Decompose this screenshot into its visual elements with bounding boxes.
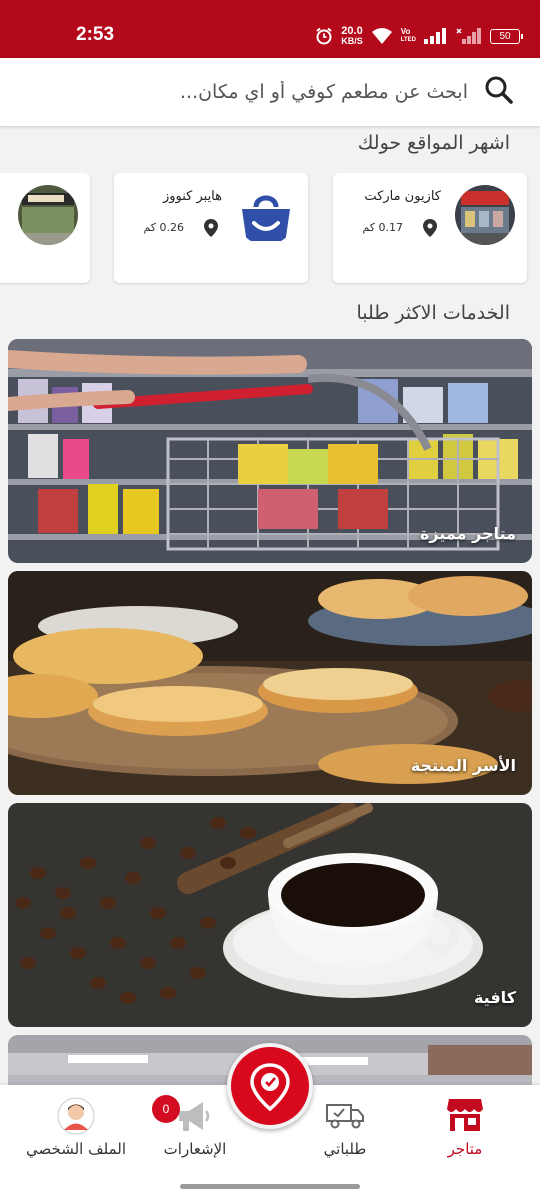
status-icons: 20.0 KB/S Vo LTED 50 bbox=[315, 24, 523, 48]
delivery-truck-icon bbox=[326, 1104, 364, 1129]
volte-top: Vo bbox=[400, 27, 411, 36]
service-card-cafe[interactable]: كافية bbox=[8, 803, 532, 1027]
place-thumbnail bbox=[18, 185, 78, 245]
place-card-kazyon[interactable]: كازيون ماركت 0.17 كم bbox=[333, 173, 527, 283]
popular-places-title: اشهر المواقع حولك bbox=[357, 132, 510, 154]
location-pin-icon bbox=[204, 219, 218, 237]
megaphone-icon bbox=[179, 1102, 210, 1131]
nav-label: متاجر bbox=[447, 1140, 483, 1158]
nav-profile[interactable]: الملف الشخصي bbox=[14, 1085, 138, 1175]
place-distance: 0.17 كم bbox=[362, 221, 403, 234]
notification-badge: 0 bbox=[152, 1095, 180, 1123]
store-icon bbox=[447, 1099, 483, 1131]
search-icon[interactable] bbox=[484, 75, 514, 105]
location-pin-icon bbox=[423, 219, 437, 237]
wifi-icon bbox=[371, 28, 392, 44]
map-pin-logo-icon bbox=[250, 1063, 290, 1112]
service-card-featured-stores[interactable]: متاجر مميزة bbox=[8, 339, 532, 563]
battery-icon: 50 bbox=[490, 28, 523, 44]
home-indicator[interactable] bbox=[180, 1184, 360, 1189]
signal-icon bbox=[424, 28, 446, 44]
place-name: هايبر كنووز bbox=[162, 189, 222, 204]
service-label: الأسر المنتجة bbox=[410, 756, 516, 775]
place-name: كازيون ماركت bbox=[364, 189, 441, 204]
service-label: متاجر مميزة bbox=[419, 524, 516, 543]
volte-bottom: LTED bbox=[400, 37, 416, 43]
place-thumbnail bbox=[236, 185, 296, 245]
nav-stores[interactable]: متاجر bbox=[420, 1085, 510, 1175]
volte-indicator: Vo LTED bbox=[401, 28, 416, 44]
nav-label: طلباتي bbox=[323, 1140, 367, 1158]
place-distance: 0.26 كم bbox=[143, 221, 184, 234]
place-card-hyper-knooz[interactable]: هايبر كنووز 0.26 كم bbox=[114, 173, 308, 283]
signal-2-icon bbox=[456, 28, 481, 44]
search-input[interactable] bbox=[68, 72, 468, 112]
place-card-partial[interactable] bbox=[0, 173, 90, 283]
profile-avatar-icon bbox=[57, 1097, 95, 1135]
status-time: 2:53 bbox=[76, 24, 115, 45]
bag-icon bbox=[242, 195, 290, 241]
battery-level: 50 bbox=[499, 30, 511, 42]
search-bar bbox=[0, 58, 540, 126]
popular-places-list: كازيون ماركت 0.17 كم هايبر كنووز 0.26 كم bbox=[0, 173, 540, 285]
service-label: كافية bbox=[473, 988, 516, 1007]
status-bar: 2:53 20.0 KB/S Vo LTED 50 bbox=[0, 0, 540, 58]
net-speed: 20.0 KB/S bbox=[341, 26, 363, 46]
alarm-icon bbox=[316, 27, 332, 45]
service-card-productive-families[interactable]: الأسر المنتجة bbox=[8, 571, 532, 795]
nav-label: الملف الشخصي bbox=[26, 1140, 126, 1158]
top-services-title: الخدمات الاكثر طلبا bbox=[356, 302, 510, 324]
net-speed-unit: KB/S bbox=[341, 36, 363, 46]
coffee-image bbox=[8, 803, 532, 1027]
nav-orders[interactable]: طلباتي bbox=[300, 1085, 390, 1175]
nav-label: الإشعارات bbox=[163, 1140, 227, 1158]
location-fab-button[interactable] bbox=[227, 1043, 313, 1129]
place-thumbnail bbox=[455, 185, 515, 245]
